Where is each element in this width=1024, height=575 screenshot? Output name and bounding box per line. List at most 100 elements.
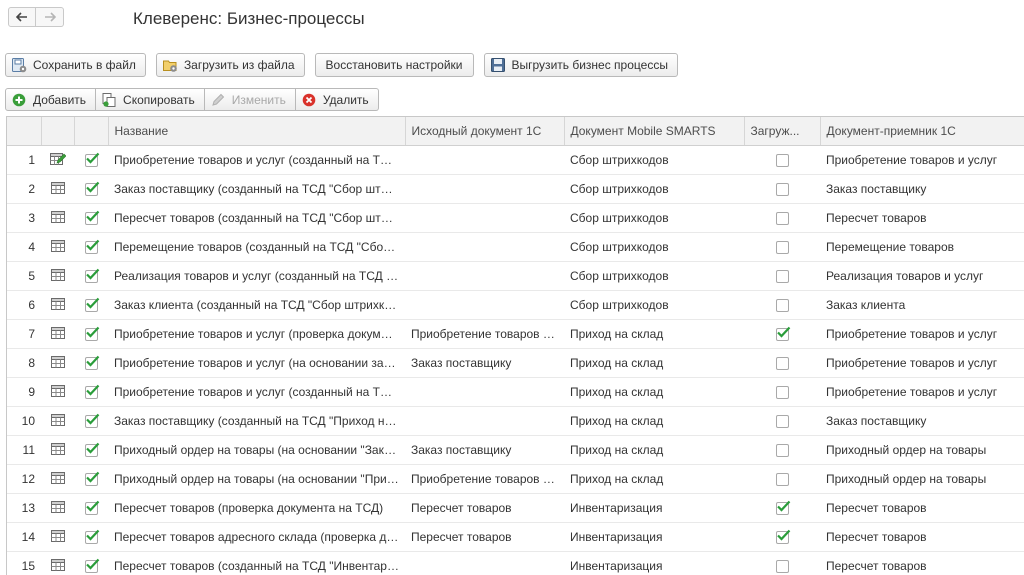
enabled-checkbox[interactable]	[85, 386, 98, 399]
column-header-loaded[interactable]: Загруж...	[744, 117, 820, 146]
destination-document: Пересчет товаров	[820, 494, 1024, 523]
loaded-checkbox[interactable]	[776, 241, 789, 254]
enabled-checkbox[interactable]	[85, 415, 98, 428]
table-icon	[51, 327, 65, 342]
destination-document: Реализация товаров и услуг	[820, 262, 1024, 291]
destination-document: Пересчет товаров	[820, 523, 1024, 552]
loaded-checkbox[interactable]	[776, 212, 789, 225]
export-business-processes-button[interactable]: Выгрузить бизнес процессы	[484, 53, 678, 77]
loaded-checkbox[interactable]	[776, 299, 789, 312]
edit-button[interactable]: Изменить	[205, 88, 296, 111]
destination-document: Приходный ордер на товары	[820, 465, 1024, 494]
back-button[interactable]	[8, 7, 36, 27]
row-number: 15	[7, 552, 41, 575]
mobile-document: Сбор штрихкодов	[564, 204, 744, 233]
loaded-checkbox[interactable]	[776, 415, 789, 428]
source-document	[405, 204, 564, 233]
source-document: Приобретение товаров и услуг	[405, 320, 564, 349]
enabled-checkbox[interactable]	[85, 241, 98, 254]
loaded-checkbox[interactable]	[776, 531, 789, 544]
column-header-name[interactable]: Название	[108, 117, 405, 146]
loaded-checkbox[interactable]	[776, 357, 789, 370]
destination-document: Приобретение товаров и услуг	[820, 320, 1024, 349]
table-row[interactable]: 8Приобретение товаров и услуг (на основа…	[7, 349, 1024, 378]
column-header-enabled[interactable]	[74, 117, 108, 146]
table-row[interactable]: 13Пересчет товаров (проверка документа н…	[7, 494, 1024, 523]
enabled-checkbox[interactable]	[85, 328, 98, 341]
row-number: 2	[7, 175, 41, 204]
mobile-document: Приход на склад	[564, 320, 744, 349]
table-icon	[51, 356, 65, 371]
source-document: Приобретение товаров и услуг	[405, 465, 564, 494]
mobile-document: Инвентаризация	[564, 523, 744, 552]
enabled-checkbox[interactable]	[85, 473, 98, 486]
enabled-checkbox[interactable]	[85, 502, 98, 515]
mobile-document: Приход на склад	[564, 378, 744, 407]
table-row[interactable]: 4Перемещение товаров (созданный на ТСД "…	[7, 233, 1024, 262]
enabled-checkbox[interactable]	[85, 299, 98, 312]
source-document	[405, 378, 564, 407]
delete-label: Удалить	[323, 93, 369, 107]
table-icon	[51, 559, 65, 574]
process-name: Реализация товаров и услуг (созданный на…	[108, 262, 405, 291]
table-row[interactable]: 5Реализация товаров и услуг (созданный н…	[7, 262, 1024, 291]
source-document	[405, 175, 564, 204]
loaded-checkbox[interactable]	[776, 560, 789, 573]
page-title: Клеверенс: Бизнес-процессы	[133, 9, 365, 29]
source-document	[405, 262, 564, 291]
process-name: Заказ поставщику (созданный на ТСД "Прих…	[108, 407, 405, 436]
column-header-icon[interactable]	[41, 117, 74, 146]
table-row[interactable]: 10Заказ поставщику (созданный на ТСД "Пр…	[7, 407, 1024, 436]
delete-button[interactable]: Удалить	[296, 88, 379, 111]
destination-document: Приобретение товаров и услуг	[820, 146, 1024, 175]
loaded-checkbox[interactable]	[776, 444, 789, 457]
loaded-checkbox[interactable]	[776, 328, 789, 341]
table-row[interactable]: 3Пересчет товаров (созданный на ТСД "Сбо…	[7, 204, 1024, 233]
enabled-checkbox[interactable]	[85, 444, 98, 457]
table-row[interactable]: 2Заказ поставщику (созданный на ТСД "Сбо…	[7, 175, 1024, 204]
row-number: 4	[7, 233, 41, 262]
table-icon	[51, 414, 65, 429]
table-row[interactable]: 7Приобретение товаров и услуг (проверка …	[7, 320, 1024, 349]
table-row[interactable]: 14Пересчет товаров адресного склада (про…	[7, 523, 1024, 552]
enabled-checkbox[interactable]	[85, 357, 98, 370]
enabled-checkbox[interactable]	[85, 270, 98, 283]
restore-settings-button[interactable]: Восстановить настройки	[315, 53, 474, 77]
loaded-checkbox[interactable]	[776, 473, 789, 486]
source-document	[405, 407, 564, 436]
copy-button[interactable]: Скопировать	[96, 88, 205, 111]
load-from-file-button[interactable]: Загрузить из файла	[156, 53, 305, 77]
column-header-source-document[interactable]: Исходный документ 1С	[405, 117, 564, 146]
enabled-checkbox[interactable]	[85, 154, 98, 167]
column-header-mobile-document[interactable]: Документ Mobile SMARTS	[564, 117, 744, 146]
source-document: Пересчет товаров	[405, 494, 564, 523]
save-to-file-button[interactable]: Сохранить в файл	[5, 53, 146, 77]
column-header-destination-document[interactable]: Документ-приемник 1С	[820, 117, 1024, 146]
forward-button[interactable]	[36, 7, 64, 27]
loaded-checkbox[interactable]	[776, 270, 789, 283]
source-document	[405, 552, 564, 575]
loaded-checkbox[interactable]	[776, 502, 789, 515]
column-header-number[interactable]	[7, 117, 41, 146]
enabled-checkbox[interactable]	[85, 183, 98, 196]
mobile-document: Сбор штрихкодов	[564, 175, 744, 204]
business-process-table: Название Исходный документ 1С Документ M…	[6, 116, 1024, 575]
edit-label: Изменить	[232, 93, 286, 107]
destination-document: Приобретение товаров и услуг	[820, 378, 1024, 407]
table-row[interactable]: 9Приобретение товаров и услуг (созданный…	[7, 378, 1024, 407]
process-name: Приходный ордер на товары (на основании …	[108, 436, 405, 465]
enabled-checkbox[interactable]	[85, 212, 98, 225]
mobile-document: Приход на склад	[564, 465, 744, 494]
table-row[interactable]: 15Пересчет товаров (созданный на ТСД "Ин…	[7, 552, 1024, 575]
loaded-checkbox[interactable]	[776, 183, 789, 196]
table-row[interactable]: 6Заказ клиента (созданный на ТСД "Сбор ш…	[7, 291, 1024, 320]
table-row[interactable]: 11 Приходный ордер на товары (на основани…	[7, 436, 1024, 465]
loaded-checkbox[interactable]	[776, 386, 789, 399]
row-number: 11	[7, 436, 41, 465]
table-row[interactable]: 12Приходный ордер на товары (на основани…	[7, 465, 1024, 494]
loaded-checkbox[interactable]	[776, 154, 789, 167]
enabled-checkbox[interactable]	[85, 560, 98, 573]
enabled-checkbox[interactable]	[85, 531, 98, 544]
table-row[interactable]: 1Приобретение товаров и услуг (созданный…	[7, 146, 1024, 175]
add-button[interactable]: Добавить	[5, 88, 96, 111]
